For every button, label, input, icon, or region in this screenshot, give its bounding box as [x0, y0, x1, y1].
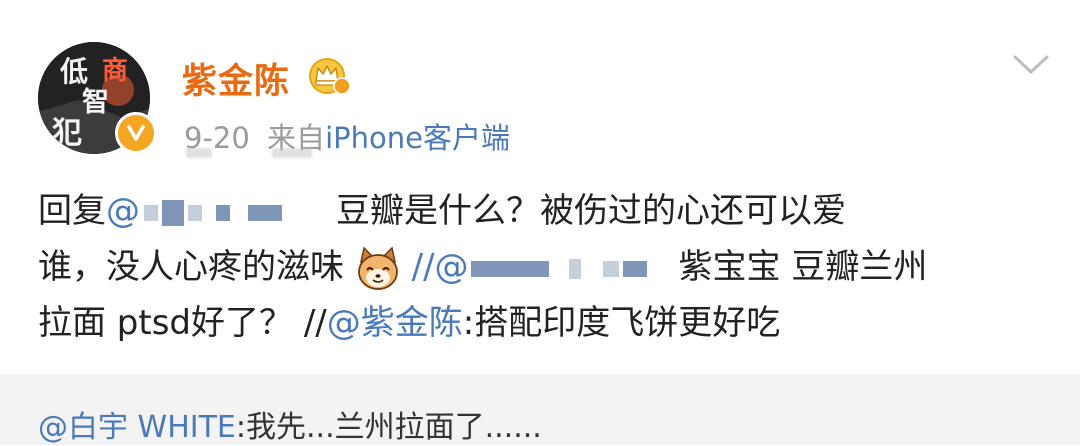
mention-link[interactable]: @: [106, 191, 282, 231]
body-text: 谁，没人心疼的滋味: [38, 247, 344, 287]
mention-link[interactable]: @白宇 WHITE: [38, 410, 236, 445]
post-body-line: 谁，没人心疼的滋味 //@ 紫宝宝 豆瓣兰州: [38, 239, 927, 295]
verified-icon: [115, 112, 157, 154]
repost-body: :我先...兰州拉面了......: [235, 410, 542, 445]
chevron-down-icon[interactable]: [1010, 50, 1052, 78]
redacted-block: [144, 204, 158, 221]
reply-text: 豆瓣是什么？被伤过的心还可以爱: [336, 191, 846, 231]
reply-label: 回复: [38, 191, 106, 231]
mention-link[interactable]: @紫金陈: [327, 303, 463, 343]
avatar-title-char: 智: [82, 87, 109, 118]
body-text: 紫宝宝 豆瓣兰州: [678, 247, 928, 287]
post-body-line: 回复@ 豆瓣是什么？被伤过的心还可以爱: [38, 183, 846, 239]
redacted-block: [602, 260, 619, 277]
redacted-block: [188, 204, 202, 221]
avatar-title-char: 犯: [52, 116, 82, 151]
blur-artifact: [186, 148, 212, 158]
redacted-block: [568, 258, 581, 279]
cat-emoji-icon: [357, 245, 398, 290]
post-body-line: 拉面 ptsd好了？ //@紫金陈:搭配印度飞饼更好吃: [38, 295, 780, 351]
repost-text: @白宇 WHITE:我先...兰州拉面了......: [38, 402, 542, 446]
mention-link[interactable]: //@: [412, 247, 647, 287]
source-client-link[interactable]: iPhone客户端: [325, 121, 510, 155]
post-meta: 9-20 来自iPhone客户端: [184, 115, 510, 157]
username[interactable]: 紫金陈: [182, 53, 290, 104]
redacted-block: [470, 260, 549, 277]
body-text: :搭配印度飞饼更好吃: [462, 303, 781, 343]
redacted-block: [162, 199, 184, 226]
redacted-block: [216, 204, 230, 221]
redacted-block: [248, 204, 282, 221]
crown-icon: [309, 58, 351, 95]
redacted-block: [622, 260, 647, 277]
body-text: 拉面 ptsd好了？ //: [38, 303, 327, 343]
blur-artifact: [272, 148, 312, 158]
